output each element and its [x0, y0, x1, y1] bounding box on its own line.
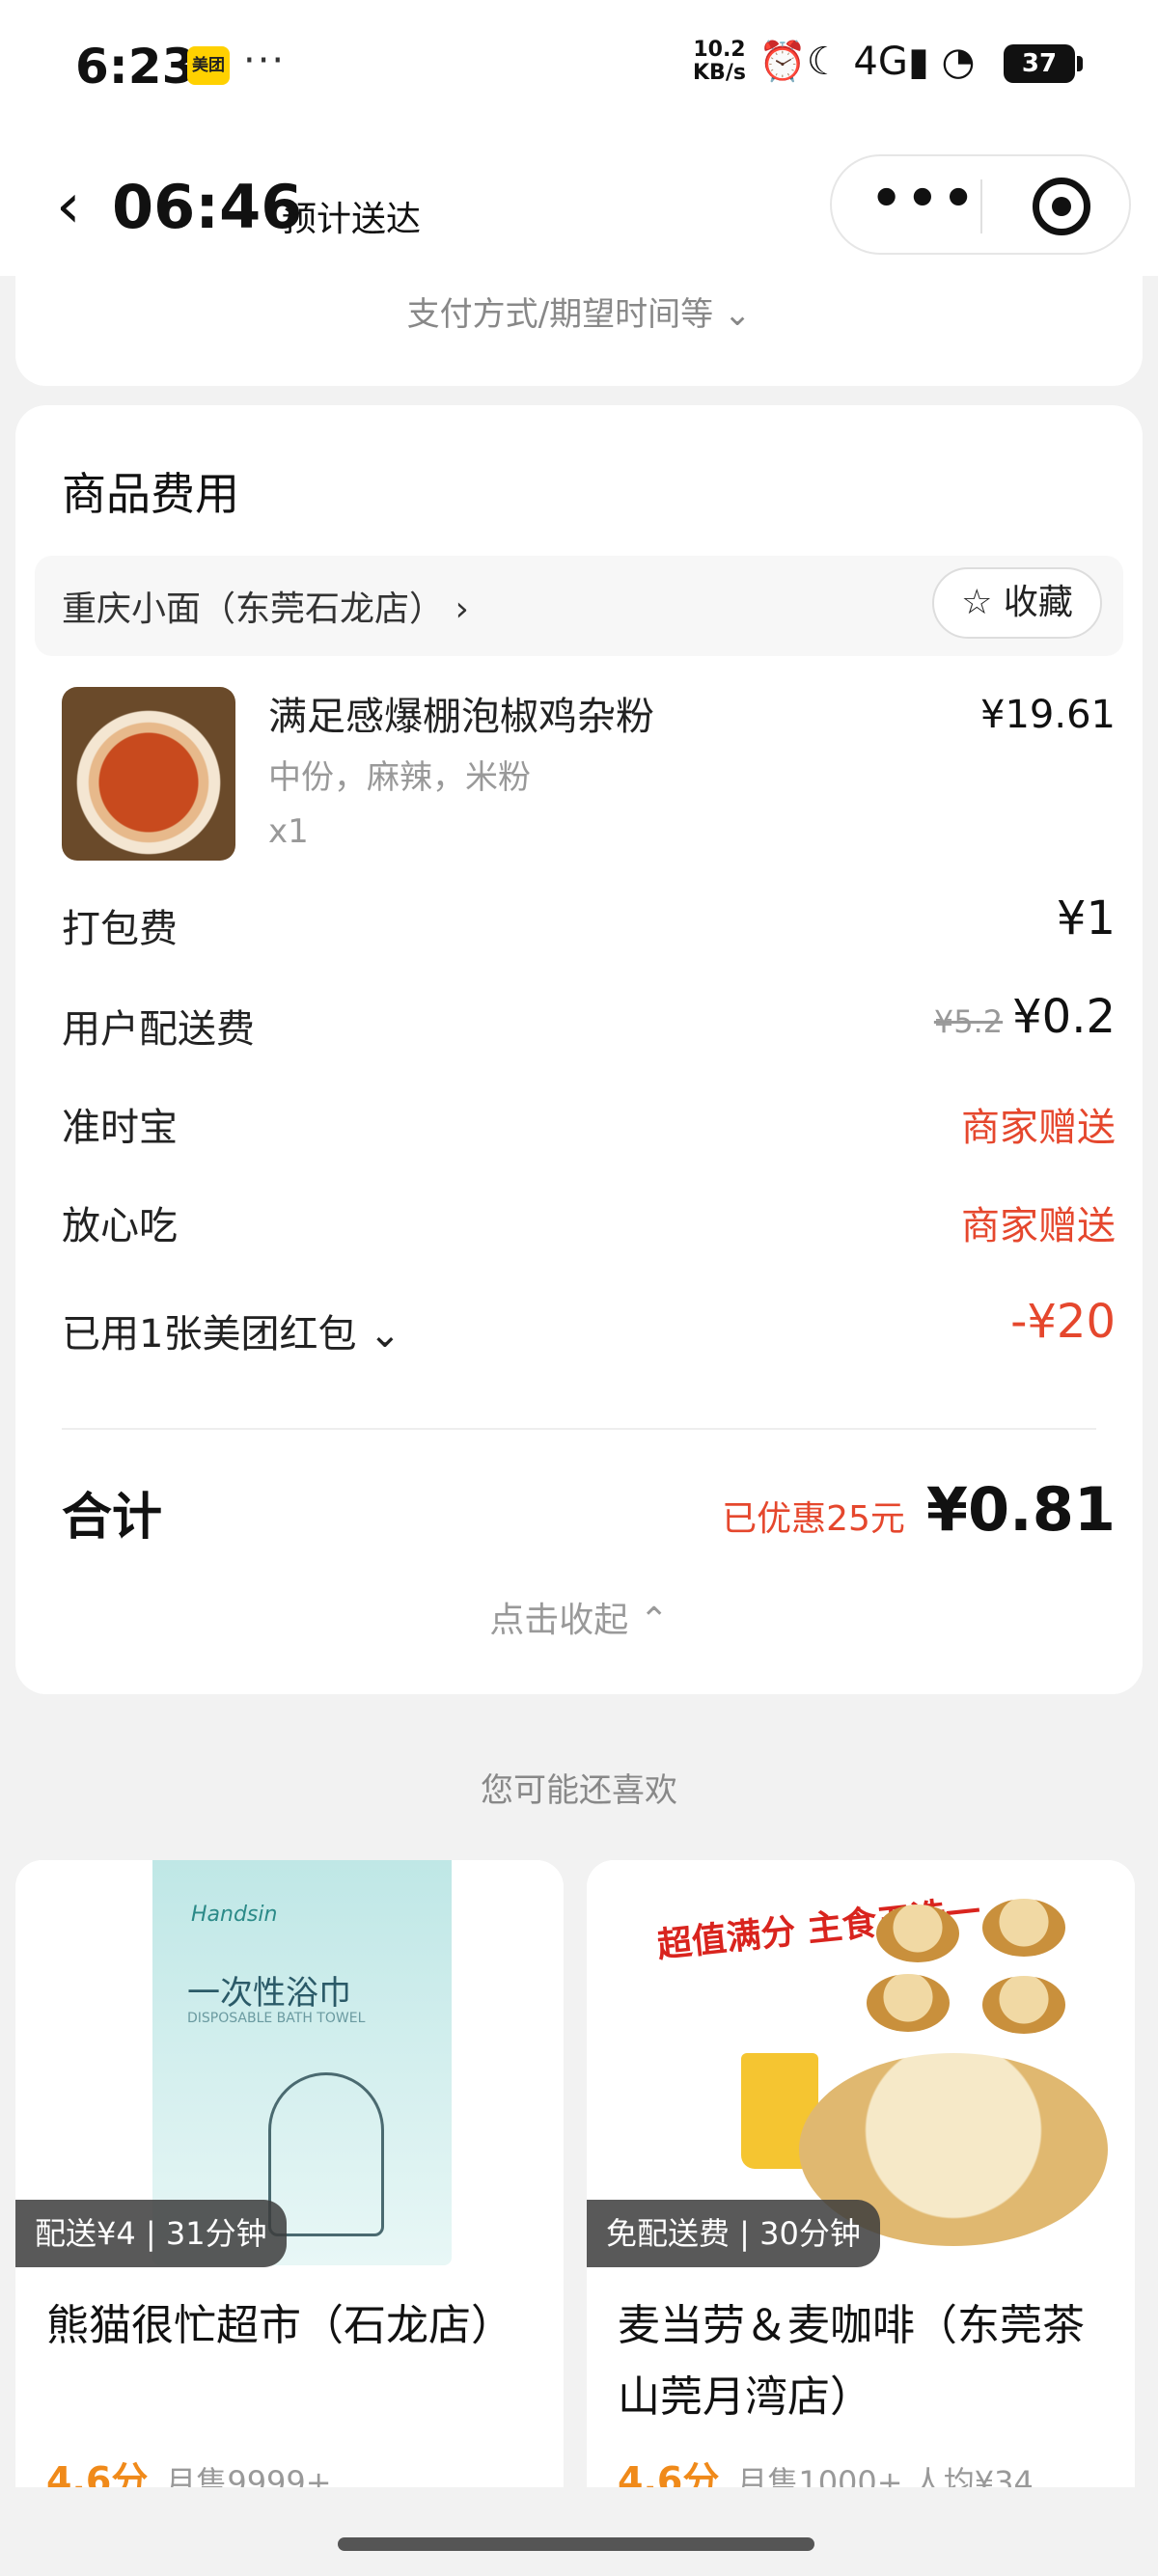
item-price: ¥19.61: [980, 693, 1116, 737]
total-saved: 已优惠25元: [722, 1499, 905, 1539]
status-icons: ⏰☾ 4G▮ ◔: [758, 40, 976, 84]
network-speed: 10.2 KB/s: [693, 39, 746, 85]
shop-name[interactable]: 重庆小面（东莞石龙店） ›: [62, 581, 469, 631]
payment-card: 支付方式/期望时间等 ⌄: [15, 276, 1143, 386]
status-bar: 6:23 美团 ··· 10.2 KB/s ⏰☾ 4G▮ ◔ 37: [0, 0, 1158, 135]
shop-row[interactable]: 重庆小面（东莞石龙店） › ☆ 收藏: [35, 556, 1123, 656]
eta-label: 预计送达: [282, 200, 422, 239]
network-speed-unit: KB/s: [693, 61, 746, 85]
network-speed-value: 10.2: [693, 38, 746, 62]
store-name: 熊猫很忙超市（石龙店）: [46, 2301, 513, 2350]
delivery-fee-label: 用户配送费: [62, 1007, 255, 1052]
battery-icon: 37: [1004, 44, 1083, 83]
capsule-divider: [980, 179, 982, 233]
recommend-card-1[interactable]: Handsin 一次性浴巾 DISPOSABLE BATH TOWEL 配送¥4…: [15, 1860, 564, 2555]
delivery-fee-current: ¥0.2: [1012, 990, 1116, 1044]
home-indicator[interactable]: [338, 2537, 814, 2551]
red-packet-toggle[interactable]: 已用1张美团红包 ⌄: [62, 1302, 401, 1358]
towel-brand: Handsin: [191, 1903, 278, 1927]
payment-options-toggle[interactable]: 支付方式/期望时间等 ⌄: [15, 288, 1143, 335]
divider: [62, 1428, 1096, 1430]
total-value: ¥0.81: [925, 1474, 1116, 1545]
item-spec: 中份，麻辣，米粉: [268, 758, 531, 797]
muffin-icon: [876, 1905, 959, 1962]
figure-illustration: [268, 2072, 384, 2236]
notification-dots-icon: ···: [243, 39, 287, 83]
meituan-app-icon: 美团: [187, 46, 230, 85]
muffin-icon: [867, 1974, 950, 2032]
muffin-icon: [982, 1899, 1065, 1957]
recommend-title: 您可能还喜欢: [481, 1771, 677, 1810]
bottom-area: [0, 2487, 1158, 2576]
delivery-tag: 配送¥4 | 31分钟: [15, 2200, 287, 2267]
food-safety-value: 商家赠送: [961, 1204, 1116, 1248]
total-label: 合计: [62, 1489, 163, 1547]
cost-title: 商品费用: [62, 468, 239, 520]
red-packet-value: -¥20: [1010, 1295, 1116, 1349]
packing-fee-value: ¥1: [1056, 891, 1116, 945]
mini-program-capsule: •••: [830, 154, 1131, 255]
muffin-icon: [982, 1976, 1065, 2034]
on-time-guarantee-value: 商家赠送: [961, 1106, 1116, 1150]
recommend-card-2[interactable]: 超值满分 主食五选一 免配送费 | 30分钟 麦当劳＆麦咖啡（东莞茶山莞月湾店）…: [587, 1860, 1135, 2555]
more-icon[interactable]: •••: [870, 170, 979, 228]
total-amount: 已优惠25元 ¥0.81: [722, 1474, 1116, 1545]
eta-time: 06:46: [112, 172, 303, 242]
item-qty: x1: [268, 812, 309, 851]
cost-card: 商品费用 重庆小面（东莞石龙店） › ☆ 收藏 满足感爆棚泡椒鸡杂粉 中份，麻辣…: [15, 405, 1143, 1694]
food-safety-label: 放心吃: [62, 1204, 178, 1248]
nav-bar: ‹ 06:46 预计送达 •••: [0, 135, 1158, 276]
towel-subtitle: DISPOSABLE BATH TOWEL: [187, 2011, 366, 2026]
status-time: 6:23: [75, 39, 196, 95]
delivery-fee-value: ¥5.2 ¥0.2: [934, 990, 1116, 1044]
on-time-guarantee-label: 准时宝: [62, 1106, 178, 1150]
back-icon[interactable]: ‹: [56, 176, 81, 237]
packing-fee-label: 打包费: [62, 907, 178, 951]
delivery-fee-original: ¥5.2: [933, 1003, 1004, 1040]
item-name: 满足感爆棚泡椒鸡杂粉: [268, 695, 654, 739]
close-target-icon[interactable]: [1033, 178, 1090, 235]
collapse-button[interactable]: 点击收起 ⌃: [15, 1592, 1143, 1642]
towel-title: 一次性浴巾: [187, 1974, 351, 2013]
favorite-button[interactable]: ☆ 收藏: [932, 567, 1102, 639]
delivery-tag: 免配送费 | 30分钟: [587, 2200, 880, 2267]
store-name: 麦当劳＆麦咖啡（东莞茶山莞月湾店）: [618, 2301, 1085, 2422]
item-image: [62, 687, 235, 861]
